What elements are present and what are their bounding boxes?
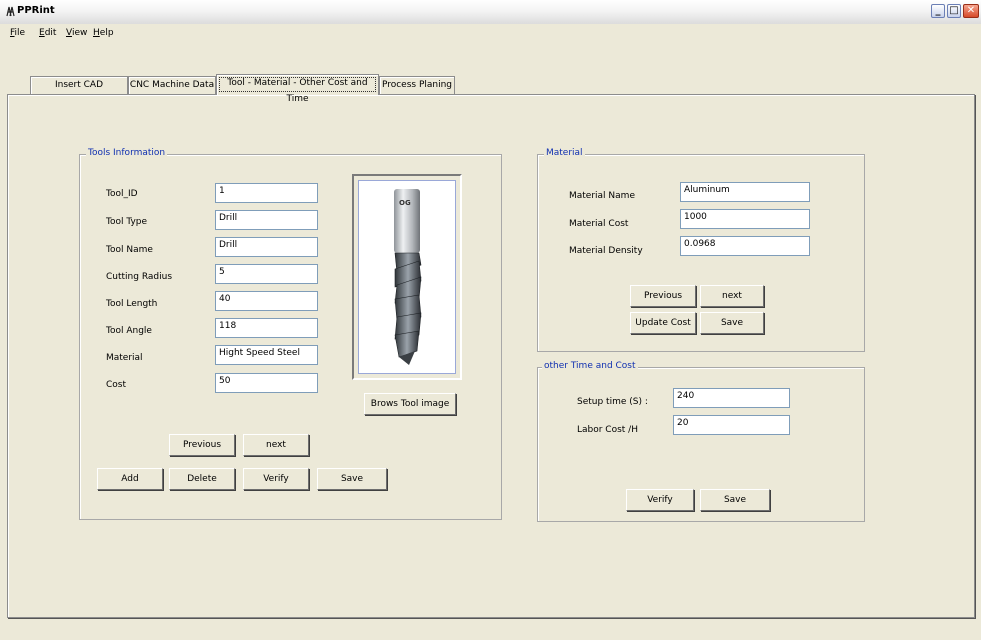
material-density-field[interactable]: 0.0968 xyxy=(680,236,810,256)
tools-save-button[interactable]: Save xyxy=(317,468,387,490)
tools-legend: Tools Information xyxy=(86,148,168,158)
tab-insert-cad[interactable]: Insert CAD information xyxy=(30,76,128,106)
tool-name-label: Tool Name xyxy=(106,245,153,255)
labor-cost-field[interactable]: 20 xyxy=(673,415,790,435)
tool-id-label: Tool_ID xyxy=(106,189,138,199)
material-field[interactable]: Hight Speed Steel xyxy=(215,345,318,365)
close-icon: ✕ xyxy=(966,5,976,16)
browse-tool-image-button[interactable]: Brows Tool image xyxy=(364,393,456,415)
material-density-label: Material Density xyxy=(569,246,643,256)
window-title: PPRint xyxy=(17,5,55,16)
menu-view[interactable]: View xyxy=(66,28,87,38)
tool-length-field[interactable]: 40 xyxy=(215,291,318,311)
material-cost-field[interactable]: 1000 xyxy=(680,209,810,229)
tool-id-field[interactable]: 1 xyxy=(215,183,318,203)
tool-type-field[interactable]: Drill xyxy=(215,210,318,230)
material-label: Material xyxy=(106,353,143,363)
tool-image-well: OG xyxy=(358,180,456,374)
tool-type-label: Tool Type xyxy=(106,217,148,227)
minimize-icon: _ xyxy=(935,5,941,16)
cost-label: Cost xyxy=(106,380,127,390)
tool-name-field[interactable]: Drill xyxy=(215,237,318,257)
menu-edit[interactable]: Edit xyxy=(39,28,56,38)
app-icon xyxy=(6,6,15,17)
menu-help[interactable]: Help xyxy=(93,28,114,38)
tool-length-label: Tool Length xyxy=(106,299,158,309)
other-save-button[interactable]: Save xyxy=(700,489,770,511)
setup-time-field[interactable]: 240 xyxy=(673,388,790,408)
menu-bar: File Edit View Help xyxy=(0,24,981,42)
tools-previous-button[interactable]: Previous xyxy=(169,434,235,456)
menu-file[interactable]: File xyxy=(10,28,25,38)
cutting-radius-label: Cutting Radius xyxy=(106,272,173,282)
cost-field[interactable]: 50 xyxy=(215,373,318,393)
tools-next-button[interactable]: next xyxy=(243,434,309,456)
tools-verify-button[interactable]: Verify xyxy=(243,468,309,490)
other-legend: other Time and Cost xyxy=(542,361,638,371)
material-previous-button[interactable]: Previous xyxy=(630,285,696,307)
material-cost-label: Material Cost xyxy=(569,219,629,229)
tab-cnc-machine[interactable]: CNC Machine Data xyxy=(128,76,216,94)
delete-button[interactable]: Delete xyxy=(169,468,235,490)
material-legend: Material xyxy=(544,148,585,158)
material-name-label: Material Name xyxy=(569,191,635,201)
material-name-field[interactable]: Aluminum xyxy=(680,182,810,202)
minimize-button[interactable]: _ xyxy=(931,4,945,18)
tool-image-frame: OG xyxy=(352,174,462,380)
material-next-button[interactable]: next xyxy=(700,285,764,307)
tab-process-planing[interactable]: Process Planing xyxy=(379,76,455,94)
other-verify-button[interactable]: Verify xyxy=(626,489,694,511)
tool-angle-label: Tool Angle xyxy=(106,326,152,336)
tab-tool-material[interactable]: Tool - Material - Other Cost and Time xyxy=(216,74,379,104)
add-button[interactable]: Add xyxy=(97,468,163,490)
title-bar: PPRint _ □ ✕ xyxy=(0,0,981,25)
close-button[interactable]: ✕ xyxy=(963,4,979,18)
maximize-icon: □ xyxy=(949,5,959,16)
drill-bit-image xyxy=(394,189,422,365)
tool-angle-field[interactable]: 118 xyxy=(215,318,318,338)
update-cost-button[interactable]: Update Cost xyxy=(630,312,696,334)
cutting-radius-field[interactable]: 5 xyxy=(215,264,318,284)
setup-time-label: Setup time (S) : xyxy=(577,397,648,407)
material-save-button[interactable]: Save xyxy=(700,312,764,334)
labor-cost-label: Labor Cost /H xyxy=(577,425,638,435)
tool-image-logo: OG xyxy=(399,199,411,207)
maximize-button[interactable]: □ xyxy=(947,4,961,18)
